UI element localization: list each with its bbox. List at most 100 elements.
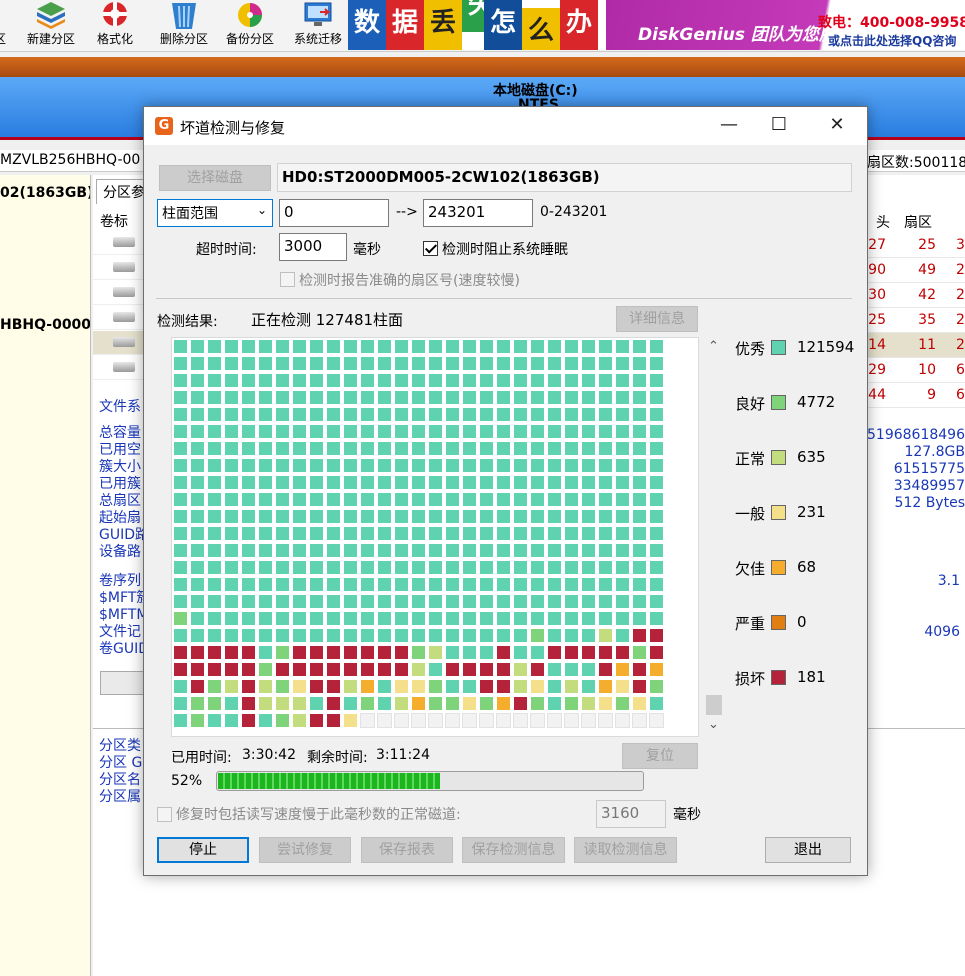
scan-cell: [530, 458, 545, 473]
repair-threshold-unit: 毫秒: [673, 807, 701, 823]
scan-cell: [360, 713, 375, 728]
tab-partition-params[interactable]: 分区参数: [96, 179, 148, 204]
scan-cell: [581, 543, 596, 558]
scroll-thumb[interactable]: [706, 695, 722, 715]
scan-cell: [173, 696, 188, 711]
exit-button[interactable]: 退出: [765, 837, 851, 863]
scan-cell: [411, 696, 426, 711]
scan-cell: [479, 526, 494, 541]
scan-cell: [377, 543, 392, 558]
advert-banner[interactable]: 数 据 丢 失 怎 么 办 DiskGenius 团队为您服务 致电：400-0…: [348, 0, 965, 50]
tree-item-model[interactable]: HBHQ-0000: [0, 317, 90, 333]
scan-cell: [411, 475, 426, 490]
scan-cell: [360, 475, 375, 490]
scan-cell: [479, 679, 494, 694]
scan-cell: [292, 543, 307, 558]
legend-count: 231: [797, 503, 826, 521]
scan-cell: [462, 475, 477, 490]
scan-cell: [190, 577, 205, 592]
delete-partition-button[interactable]: 删除分区: [156, 0, 212, 52]
disk-tree-panel[interactable]: 02(1863GB) HBHQ-0000: [0, 175, 91, 976]
format-button[interactable]: 格式化: [90, 0, 140, 52]
timeout-input[interactable]: 3000: [279, 233, 347, 261]
elapsed-label: 已用时间:: [171, 750, 232, 766]
scroll-down-icon[interactable]: ⌄: [708, 717, 719, 732]
legend-item-good: 良好 4772: [735, 393, 835, 413]
scan-grid-panel[interactable]: [171, 337, 699, 737]
detail-info-button[interactable]: 详细信息: [616, 306, 698, 332]
system-migration-button[interactable]: 系统迁移: [290, 0, 346, 52]
scan-cell: [326, 509, 341, 524]
repair-option-checkbox[interactable]: [157, 807, 172, 822]
info-label: 总扇区: [99, 493, 141, 509]
scan-cell: [292, 526, 307, 541]
save-report-button[interactable]: 保存报表: [361, 837, 453, 863]
toolbar-partition-button[interactable]: 区: [0, 0, 12, 52]
maximize-button[interactable]: ☐: [756, 107, 802, 145]
scan-cell: [411, 679, 426, 694]
scan-cell: [547, 577, 562, 592]
tree-item-disk[interactable]: 02(1863GB): [0, 185, 90, 201]
minimize-button[interactable]: —: [706, 107, 752, 145]
scan-cell: [343, 696, 358, 711]
scan-cell: [309, 713, 324, 728]
scan-cell: [190, 407, 205, 422]
banner-qq-link[interactable]: 或点击此处选择QQ咨询: [828, 32, 956, 49]
scan-cell: [530, 543, 545, 558]
scan-cell: [564, 339, 579, 354]
scan-cell: [258, 458, 273, 473]
repair-threshold-input[interactable]: 3160: [596, 800, 666, 828]
scan-cell: [581, 696, 596, 711]
grid-scrollbar[interactable]: ⌃ ⌄: [704, 337, 724, 737]
scan-cell: [615, 407, 630, 422]
scan-cell: [632, 373, 647, 388]
scan-cell: [513, 509, 528, 524]
scroll-up-icon[interactable]: ⌃: [708, 339, 719, 354]
scan-cell: [547, 713, 562, 728]
scan-cell: [190, 696, 205, 711]
scan-cell: [530, 373, 545, 388]
scan-cell: [598, 560, 613, 575]
scan-cell: [343, 662, 358, 677]
scan-cell: [207, 424, 222, 439]
cell-extra: 6: [956, 362, 965, 378]
scan-cell: [649, 424, 664, 439]
scan-cell: [326, 492, 341, 507]
backup-partition-button[interactable]: 备份分区: [222, 0, 278, 52]
scan-cell: [445, 509, 460, 524]
scan-cell: [275, 543, 290, 558]
scan-cell: [615, 696, 630, 711]
scan-cell: [632, 475, 647, 490]
scan-cell: [207, 526, 222, 541]
scan-cell: [394, 458, 409, 473]
stop-button[interactable]: 停止: [157, 837, 249, 863]
select-disk-button[interactable]: 选择磁盘: [159, 165, 271, 191]
load-scan-info-button[interactable]: 读取检测信息: [574, 837, 677, 863]
scan-cell: [445, 390, 460, 405]
scan-cell: [462, 577, 477, 592]
scan-cell: [649, 713, 664, 728]
timeout-label: 超时时间:: [196, 242, 257, 258]
scan-cell: [173, 645, 188, 660]
scan-cell: [411, 645, 426, 660]
dialog-titlebar[interactable]: G 坏道检测与修复 — ☐ ✕: [144, 107, 867, 145]
try-repair-button[interactable]: 尝试修复: [259, 837, 351, 863]
new-partition-button[interactable]: 新建分区: [22, 0, 80, 52]
scan-cell: [275, 356, 290, 371]
prevent-sleep-checkbox[interactable]: [423, 241, 438, 256]
close-button[interactable]: ✕: [814, 107, 860, 145]
scan-cell: [377, 356, 392, 371]
scan-cell: [445, 475, 460, 490]
scan-cell: [496, 594, 511, 609]
scan-cell: [343, 645, 358, 660]
legend-item-poor: 欠佳 68: [735, 558, 816, 578]
report-sector-checkbox[interactable]: [280, 272, 295, 287]
scan-cell: [224, 390, 239, 405]
range-mode-select[interactable]: 柱面范围 ⌄: [157, 199, 273, 227]
save-scan-info-button[interactable]: 保存检测信息: [462, 837, 565, 863]
scan-cell: [530, 662, 545, 677]
scan-cell: [326, 441, 341, 456]
reset-button[interactable]: 复位: [622, 743, 698, 769]
range-end-input[interactable]: 243201: [423, 199, 533, 227]
range-start-input[interactable]: 0: [279, 199, 389, 227]
